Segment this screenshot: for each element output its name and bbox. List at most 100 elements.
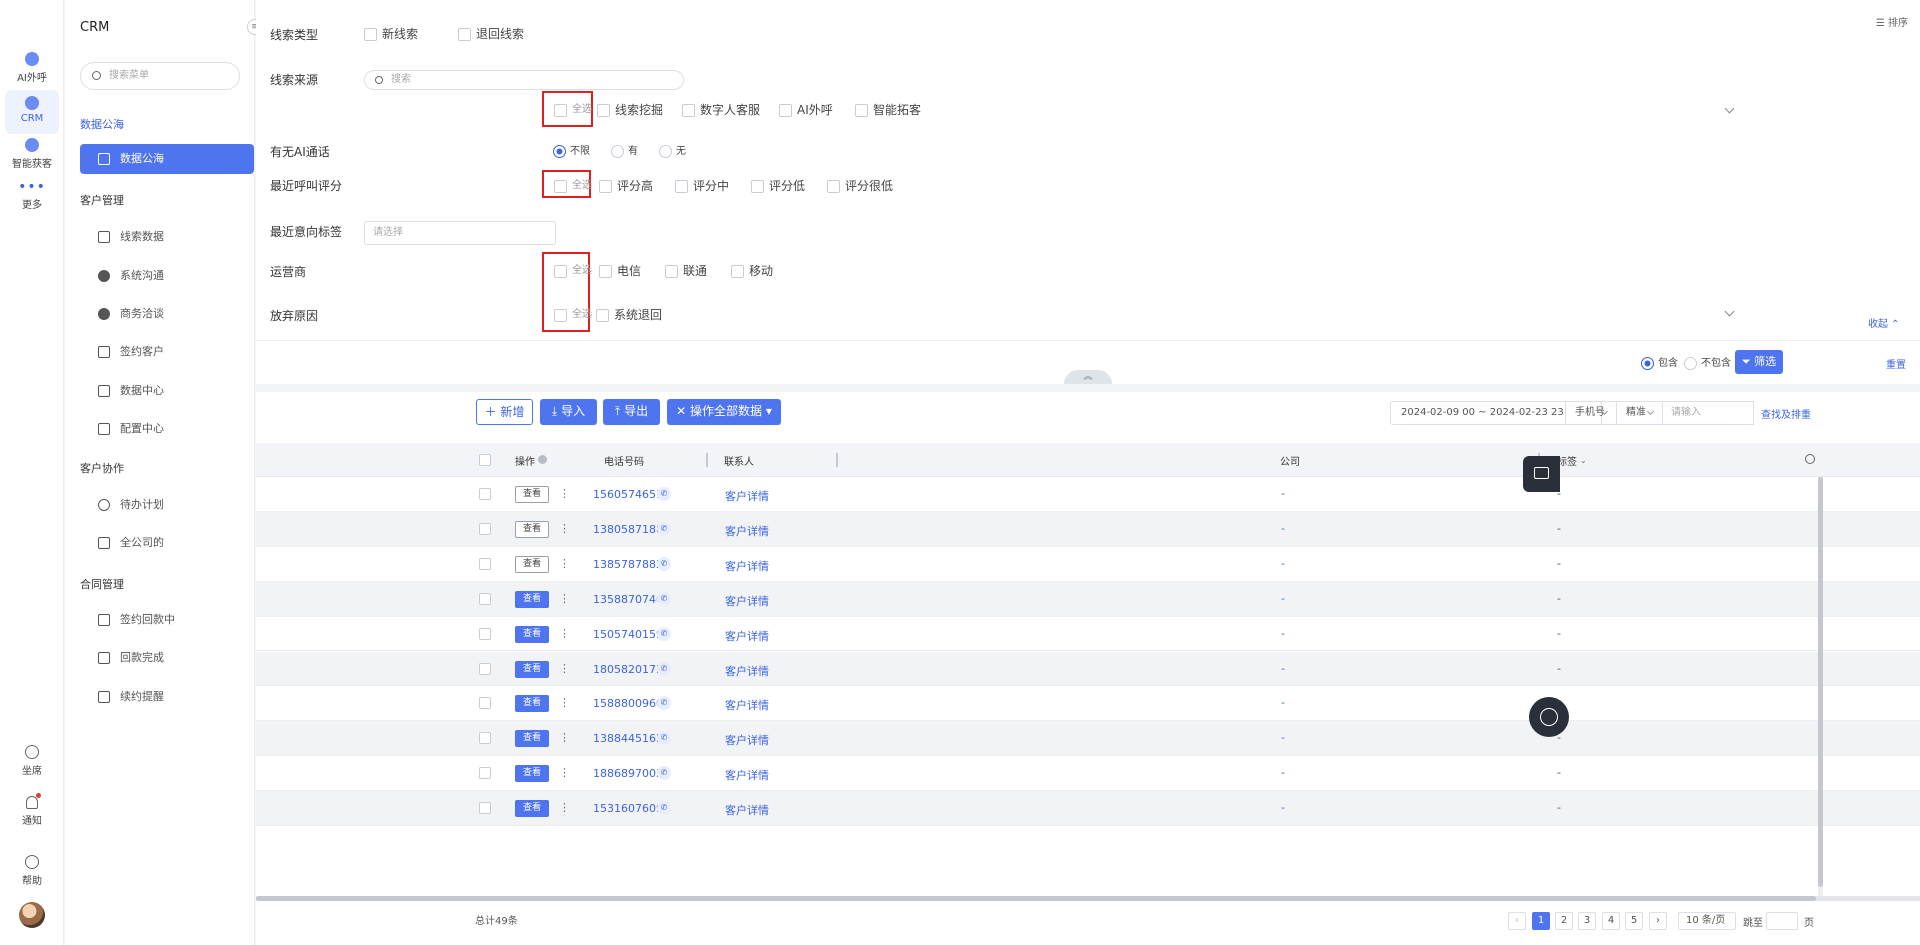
rail-item-ai-call[interactable]: AI外呼 (0, 52, 64, 84)
view-button[interactable]: 查看 (515, 555, 549, 573)
checkbox-abandon-all[interactable]: 全选 (554, 308, 592, 322)
scroll-thumb[interactable] (1818, 477, 1823, 887)
horizontal-scrollbar[interactable] (256, 896, 1920, 901)
checkbox-carrier-all[interactable]: 全选 (554, 264, 592, 278)
table-row[interactable]: 查看 ⋮ 15316076095 ✆ 客户详情 - - (256, 791, 1920, 826)
view-button[interactable]: 查看 (515, 590, 549, 608)
menu-item-signed[interactable]: 签约客户 (80, 337, 254, 367)
row-checkbox[interactable] (479, 522, 491, 535)
checkbox-source-ai-call[interactable]: AI外呼 (779, 103, 833, 117)
table-row[interactable]: 查看⋮15888009609✆客户详情-- (256, 686, 1920, 722)
more-vertical-icon[interactable]: ⋮ (559, 520, 570, 538)
vertical-scrollbar[interactable] (1818, 477, 1823, 897)
intent-tag-select[interactable]: 请选择 (364, 221, 556, 245)
checkbox-source-digital-human[interactable]: 数字人客服 (682, 103, 760, 117)
import-button[interactable]: ⤓ 导入 (540, 399, 597, 425)
view-button[interactable]: 查看 (515, 520, 549, 538)
source-search-input[interactable]: 搜索 (364, 70, 684, 90)
radio-include[interactable]: 包含 (1641, 357, 1678, 370)
view-button[interactable]: 查看 (515, 486, 549, 503)
more-vertical-icon[interactable]: ⋮ (559, 555, 570, 573)
rail-item-crm[interactable]: CRM (5, 90, 59, 134)
chat-widget-button[interactable] (1523, 456, 1560, 492)
radio-ai-any[interactable]: 不限 (553, 145, 590, 158)
more-vertical-icon[interactable]: ⋮ (559, 729, 570, 747)
customer-detail-link[interactable]: 客户详情 (725, 488, 769, 504)
expand-chevron-icon[interactable] (1724, 103, 1735, 114)
radio-ai-no[interactable]: 无 (659, 145, 686, 158)
menu-item-leads[interactable]: 线索数据 (80, 222, 254, 252)
radio-ai-yes[interactable]: 有 (611, 145, 638, 158)
view-button[interactable]: 查看 (515, 660, 549, 678)
menu-item-collecting[interactable]: 签约回款中 (80, 605, 254, 635)
call-icon[interactable]: ✆ (657, 801, 671, 816)
checkbox-carrier-mobile[interactable]: 移动 (731, 264, 773, 278)
column-header-phone[interactable]: 电话号码 (604, 453, 644, 468)
column-header-tag[interactable]: 标签 (1557, 453, 1577, 468)
match-select[interactable]: 精准 (1616, 401, 1663, 425)
page-size-select[interactable]: 10 条/页 (1678, 912, 1736, 930)
checkbox-score-low[interactable]: 评分低 (751, 179, 805, 193)
menu-item-negotiation[interactable]: 商务洽谈 (80, 299, 254, 329)
more-vertical-icon[interactable]: ⋮ (559, 660, 570, 678)
checkbox-returned-lead[interactable]: 退回线索 (458, 27, 524, 41)
avatar[interactable] (19, 902, 45, 928)
expand-chevron-icon[interactable] (1724, 306, 1735, 317)
row-checkbox[interactable] (479, 697, 491, 710)
customer-detail-link[interactable]: 客户详情 (725, 628, 769, 644)
menu-item-system-comm[interactable]: 系统沟通 (80, 261, 254, 291)
checkbox-score-all[interactable]: 全选 (554, 179, 592, 193)
menu-item-data-pool[interactable]: 数据公海 (80, 144, 254, 174)
collapse-filters-link[interactable]: 收起 ⌃ (1868, 315, 1900, 330)
menu-item-company[interactable]: 全公司的 (80, 528, 254, 558)
phone-widget-button[interactable] (1529, 697, 1569, 737)
customer-detail-link[interactable]: 客户详情 (725, 663, 769, 679)
more-vertical-icon[interactable]: ⋮ (559, 764, 570, 782)
table-row[interactable]: 查看 ⋮ 13857878827 ✆ 客户详情 - - (256, 546, 1920, 582)
customer-detail-link[interactable]: 客户详情 (725, 802, 769, 818)
find-dedupe-link[interactable]: 查找及排重 (1761, 406, 1811, 421)
row-checkbox[interactable] (479, 802, 491, 815)
row-checkbox[interactable] (479, 557, 491, 570)
more-vertical-icon[interactable]: ⋮ (559, 799, 570, 817)
view-button[interactable]: 查看 (515, 730, 549, 748)
call-icon[interactable]: ✆ (657, 487, 671, 501)
filter-button[interactable]: ⏷ 筛选 (1735, 350, 1783, 374)
rail-item-smart-acquire[interactable]: 智能获客 (0, 138, 64, 170)
call-icon[interactable]: ✆ (657, 521, 671, 536)
call-icon[interactable]: ✆ (657, 661, 671, 676)
row-checkbox[interactable] (479, 488, 491, 500)
scroll-thumb[interactable] (256, 896, 1816, 901)
table-row[interactable]: 查看 ⋮ 15057401590 ✆ 客户详情 - - (256, 616, 1920, 652)
rail-item-agent[interactable]: 坐席 (0, 745, 64, 777)
checkbox-source-smart-expand[interactable]: 智能拓客 (855, 103, 921, 117)
row-checkbox[interactable] (479, 767, 491, 780)
call-icon[interactable]: ✆ (657, 591, 671, 606)
table-row[interactable]: 查看 ⋮ 15605746515 ✆ 客户详情 - - (256, 477, 1920, 512)
customer-detail-link[interactable]: 客户详情 (725, 767, 769, 783)
view-button[interactable]: 查看 (515, 765, 549, 783)
table-row[interactable]: 查看 ⋮ 18058201739 ✆ 客户详情 - - (256, 651, 1920, 687)
column-resize-handle[interactable] (706, 453, 708, 467)
rail-item-notify[interactable]: 通知 (0, 793, 64, 827)
radio-exclude[interactable]: 不包含 (1684, 357, 1731, 370)
next-page-button[interactable]: › (1649, 912, 1667, 930)
rail-item-help[interactable]: 帮助 (0, 855, 64, 887)
customer-detail-link[interactable]: 客户详情 (725, 523, 769, 539)
view-button[interactable]: 查看 (515, 800, 549, 818)
collapse-handle[interactable]: ︽ (1064, 370, 1112, 384)
table-row[interactable]: 查看 ⋮ 13588707468 ✆ 客户详情 - - (256, 581, 1920, 617)
bulk-action-button[interactable]: ✕ 操作全部数据 ▾ (667, 399, 781, 425)
more-vertical-icon[interactable]: ⋮ (559, 625, 570, 643)
menu-item-todo[interactable]: 待办计划 (80, 490, 254, 520)
page-2[interactable]: 2 (1555, 912, 1573, 930)
column-header-company[interactable]: 公司 (1280, 453, 1300, 468)
call-icon[interactable]: ✆ (657, 556, 671, 571)
settings-gear-icon[interactable] (1805, 454, 1815, 464)
customer-detail-link[interactable]: 客户详情 (725, 558, 769, 574)
menu-search-input[interactable]: 搜索菜单 (80, 62, 240, 90)
checkbox-score-mid[interactable]: 评分中 (675, 179, 729, 193)
prev-page-button[interactable]: ‹ (1508, 912, 1526, 930)
menu-item-collected[interactable]: 回款完成 (80, 643, 254, 673)
view-button[interactable]: 查看 (515, 625, 549, 643)
